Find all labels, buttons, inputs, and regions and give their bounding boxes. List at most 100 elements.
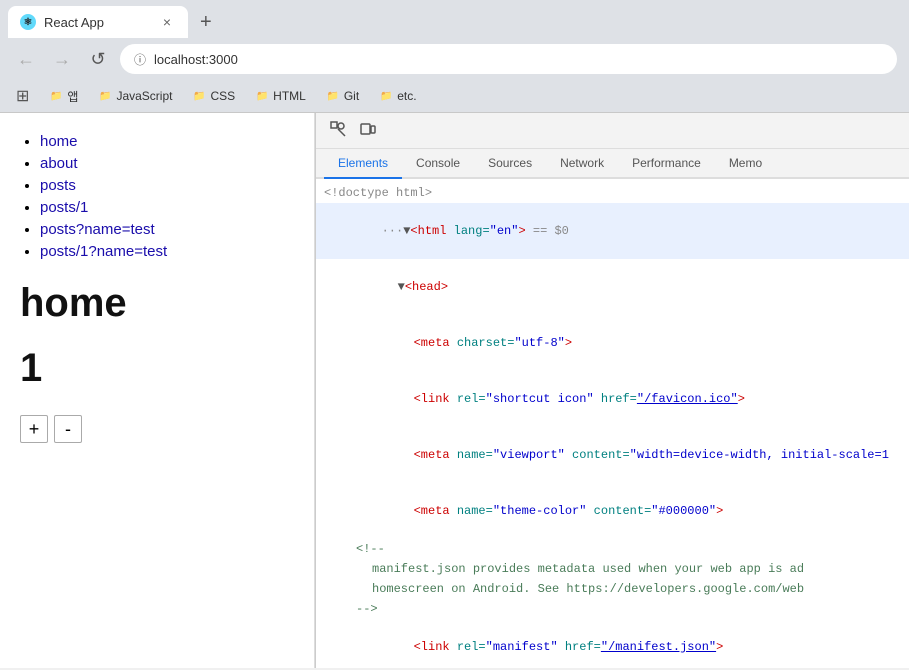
bookmark-apps-label: 앱 — [67, 88, 78, 105]
bookmark-etc-icon: 📁 — [379, 89, 393, 103]
increment-button[interactable]: + — [20, 415, 48, 443]
href2-val[interactable]: "/manifest.json" — [601, 640, 716, 654]
html-line-meta-theme: <meta name="theme-color" content="#00000… — [316, 483, 909, 539]
html-line-meta-charset: <meta charset="utf-8"> — [316, 315, 909, 371]
new-tab-button[interactable]: + — [192, 7, 220, 38]
nav-link-home[interactable]: home — [40, 133, 78, 150]
meta-close: > — [565, 336, 572, 350]
bookmark-git-icon: 📁 — [326, 89, 340, 103]
tab-close-button[interactable]: × — [158, 13, 176, 31]
lock-icon: ⓘ — [134, 51, 146, 68]
ellipsis: ··· — [382, 224, 404, 238]
meta-tag: <meta — [414, 336, 450, 350]
html-attr: lang= — [446, 224, 489, 238]
bookmark-js-icon: 📁 — [98, 89, 112, 103]
tab-sources[interactable]: Sources — [474, 149, 546, 179]
tab-network[interactable]: Network — [546, 149, 618, 179]
bookmark-html-label: HTML — [273, 89, 306, 103]
apps-icon[interactable]: ⊞ — [12, 84, 33, 108]
link-tag: <link — [414, 392, 450, 406]
html-tag: <html — [410, 224, 446, 238]
meta3-tag: <meta — [414, 504, 450, 518]
charset-val: "utf-8" — [514, 336, 564, 350]
tab-elements[interactable]: Elements — [324, 149, 402, 179]
bookmark-js-label: JavaScript — [116, 89, 172, 103]
html-line-doctype: <!doctype html> — [316, 183, 909, 203]
html-line-comment1-close: --> — [316, 599, 909, 619]
html-tag-close: > — [518, 224, 525, 238]
nav-list: home about posts posts/1 posts?name=test… — [20, 133, 294, 261]
html-line-comment1-open: <!-- — [316, 539, 909, 559]
reload-button[interactable]: ↺ — [84, 45, 112, 73]
rel-val: "shortcut icon" — [486, 392, 594, 406]
html-line-meta-viewport: <meta name="viewport" content="width=dev… — [316, 427, 909, 483]
meta2-tag: <meta — [414, 448, 450, 462]
nav-link-posts[interactable]: posts — [40, 177, 76, 194]
nav-link-posts-query[interactable]: posts?name=test — [40, 221, 155, 238]
name2-attr: name= — [450, 504, 493, 518]
devtools-toolbar — [316, 113, 909, 149]
tab-favicon: ⚛ — [20, 14, 36, 30]
name-val: "viewport" — [493, 448, 565, 462]
bookmark-css[interactable]: 📁 CSS — [188, 87, 239, 105]
nav-link-posts-1[interactable]: posts/1 — [40, 199, 88, 216]
content-attr: content= — [565, 448, 630, 462]
address-bar: ← → ↺ ⓘ localhost:3000 — [0, 38, 909, 80]
counter-display: 1 — [20, 346, 294, 391]
decrement-button[interactable]: - — [54, 415, 82, 443]
nav-link-posts-1-query[interactable]: posts/1?name=test — [40, 243, 167, 260]
bookmark-etc[interactable]: 📁 etc. — [375, 87, 420, 105]
bookmark-git[interactable]: 📁 Git — [322, 87, 363, 105]
inspect-element-button[interactable] — [324, 117, 352, 144]
tab-bar: ⚛ React App × + — [0, 0, 909, 38]
bookmark-apps-icon: 📁 — [49, 89, 63, 103]
name-attr: name= — [450, 448, 493, 462]
link2-close: > — [716, 640, 723, 654]
rel-attr: rel= — [450, 392, 486, 406]
back-button[interactable]: ← — [12, 45, 40, 73]
list-item: posts/1 — [40, 199, 294, 217]
html-eq: == $0 — [526, 224, 569, 238]
link2-tag: <link — [414, 640, 450, 654]
tab-title: React App — [44, 15, 150, 30]
device-toggle-button[interactable] — [354, 117, 382, 144]
list-item: home — [40, 133, 294, 151]
list-item: about — [40, 155, 294, 173]
main-area: home about posts posts/1 posts?name=test… — [0, 113, 909, 668]
bookmarks-bar: ⊞ 📁 앱 📁 JavaScript 📁 CSS 📁 HTML 📁 Git 📁 … — [0, 80, 909, 113]
head-tag: <head> — [405, 280, 448, 294]
page-heading: home — [20, 281, 294, 326]
href-attr: href= — [594, 392, 637, 406]
url-text: localhost:3000 — [154, 52, 883, 67]
name2-val: "theme-color" — [493, 504, 587, 518]
head-arrow[interactable]: ▼ — [398, 280, 405, 294]
forward-button[interactable]: → — [48, 45, 76, 73]
bookmark-git-label: Git — [344, 89, 359, 103]
html-line-html[interactable]: ···▼<html lang="en"> == $0 — [316, 203, 909, 259]
url-bar[interactable]: ⓘ localhost:3000 — [120, 44, 897, 74]
html-line-head-open[interactable]: ▼<head> — [316, 259, 909, 315]
href-val[interactable]: "/favicon.ico" — [637, 392, 738, 406]
html-line-link-manifest: <link rel="manifest" href="/manifest.jso… — [316, 619, 909, 668]
devtools-panel: Elements Console Sources Network Perform… — [315, 113, 909, 668]
bookmark-javascript[interactable]: 📁 JavaScript — [94, 87, 176, 105]
content-val: "width=device-width, initial-scale=1 — [630, 448, 889, 462]
content2-attr: content= — [586, 504, 651, 518]
counter-controls: + - — [20, 415, 294, 443]
list-item: posts/1?name=test — [40, 243, 294, 261]
bookmark-html-icon: 📁 — [255, 89, 269, 103]
tab-memory[interactable]: Memo — [715, 149, 776, 179]
bookmark-apps[interactable]: 📁 앱 — [45, 86, 82, 107]
tab-performance[interactable]: Performance — [618, 149, 715, 179]
browser-chrome: ⚛ React App × + ← → ↺ ⓘ localhost:3000 ⊞… — [0, 0, 909, 113]
tab-console[interactable]: Console — [402, 149, 474, 179]
nav-link-about[interactable]: about — [40, 155, 78, 172]
html-attr-val: "en" — [490, 224, 519, 238]
html-line-comment1-1: manifest.json provides metadata used whe… — [316, 559, 909, 579]
bookmark-css-icon: 📁 — [192, 89, 206, 103]
html-line-link-icon: <link rel="shortcut icon" href="/favicon… — [316, 371, 909, 427]
bookmark-html[interactable]: 📁 HTML — [251, 87, 310, 105]
active-tab[interactable]: ⚛ React App × — [8, 6, 188, 38]
devtools-tabs: Elements Console Sources Network Perform… — [316, 149, 909, 179]
devtools-html-content[interactable]: <!doctype html> ···▼<html lang="en"> == … — [316, 179, 909, 668]
